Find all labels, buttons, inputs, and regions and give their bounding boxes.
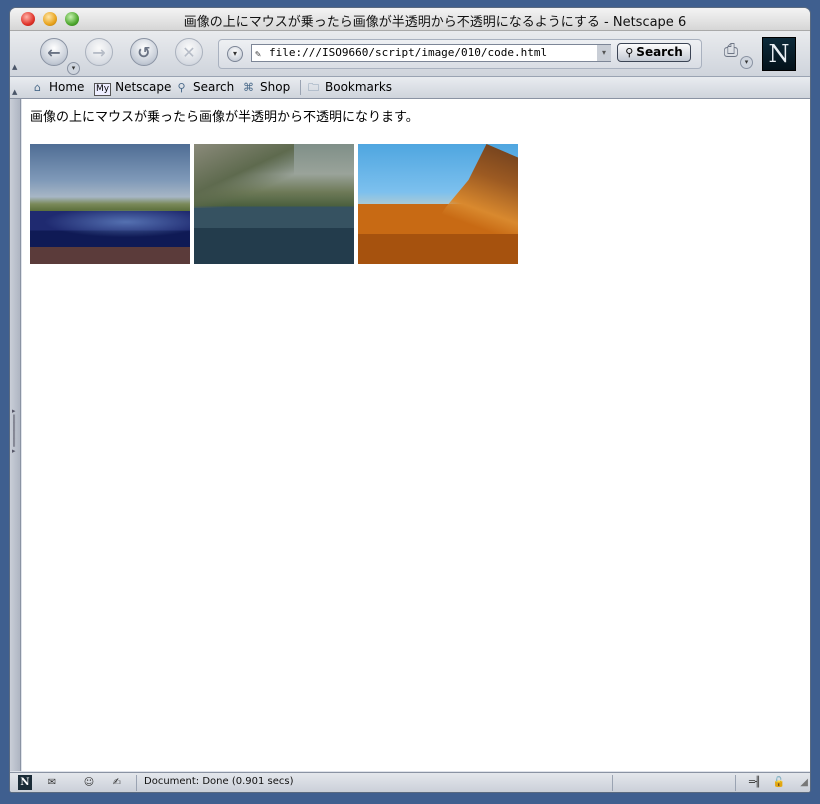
bookmarks-folder-icon: 🗀 <box>308 81 319 94</box>
status-divider <box>735 775 736 791</box>
toolbar-grip-icon[interactable]: ▲ <box>12 63 20 71</box>
print-dropdown[interactable]: ▾ <box>740 56 753 69</box>
title-bar[interactable]: 画像の上にマウスが乗ったら画像が半透明から不透明になるようにする - Netsc… <box>10 8 810 31</box>
page-description: 画像の上にマウスが乗ったら画像が半透明から不透明になります。 <box>30 110 419 125</box>
search-button[interactable]: ⚲ Search <box>617 43 691 62</box>
personal-item-shop[interactable]: ⌘ Shop <box>241 79 290 96</box>
status-divider <box>612 775 613 791</box>
status-bar: N ✉ ☺ ✍ Document: Done (0.901 secs) ═╢ 🔓… <box>10 772 810 792</box>
window-title: 画像の上にマウスが乗ったら画像が半透明から不透明になるようにする - Netsc… <box>183 15 687 30</box>
composer-icon[interactable]: ✍ <box>108 775 126 790</box>
personal-item-label: Shop <box>260 80 291 94</box>
reload-icon: ↺ <box>137 42 151 62</box>
close-window-button[interactable] <box>21 12 35 26</box>
reload-button[interactable]: ↺ <box>130 38 158 66</box>
personal-toolbar: ▲ ⌂ Home My Netscape ⚲ Search ⌘ Shop 🗀 Bookma… <box>10 77 810 99</box>
personal-item-home[interactable]: ⌂ Home <box>30 79 84 96</box>
search-button-label: Search <box>636 45 683 59</box>
personal-item-label: Search <box>193 80 235 94</box>
page-content: 画像の上にマウスが乗ったら画像が半透明から不透明になります。 <box>22 99 810 771</box>
sidebar-toggle-tab[interactable]: ▸ ║ ║ ║ ║ ▸ <box>10 99 21 771</box>
home-icon: ⌂ <box>34 81 41 94</box>
arrow-left-icon: ← <box>47 42 61 62</box>
personal-item-label: Netscape <box>115 80 172 94</box>
toolbar-separator <box>300 80 301 95</box>
toolbar-grip-icon[interactable]: ▲ <box>12 88 20 96</box>
url-text: file:///ISO9660/script/image/010/code.ht… <box>269 46 548 59</box>
netscape-logo[interactable]: N <box>762 37 796 71</box>
address-book-icon[interactable]: ☺ <box>80 775 98 790</box>
minimize-window-button[interactable] <box>43 12 57 26</box>
personal-item-label: Bookmarks <box>325 80 393 94</box>
browser-window: 画像の上にマウスが乗ったら画像が半透明から不透明になるようにする - Netsc… <box>10 8 810 792</box>
zoom-window-button[interactable] <box>65 12 79 26</box>
landscape-image-2[interactable] <box>194 144 354 264</box>
status-text: Document: Done (0.901 secs) <box>144 776 294 787</box>
personal-item-label: Home <box>49 80 85 94</box>
my-netscape-icon: My <box>94 83 112 96</box>
url-dropdown-arrow[interactable]: ▾ <box>597 45 611 61</box>
arrow-right-icon: → <box>92 42 106 62</box>
url-history-dropdown[interactable]: ▾ <box>227 46 243 62</box>
url-bar-group: ▾ ✎ file:///ISO9660/script/image/010/cod… <box>218 39 702 69</box>
personal-item-bookmarks[interactable]: 🗀 Bookmarks <box>306 79 392 96</box>
landscape-image-1[interactable] <box>30 144 190 264</box>
netscape-small-icon[interactable]: N <box>18 775 32 790</box>
personal-item-search[interactable]: ⚲ Search <box>174 79 234 96</box>
shop-icon: ⌘ <box>243 81 254 94</box>
forward-button[interactable]: → <box>85 38 113 66</box>
stop-button[interactable]: ✕ <box>175 38 203 66</box>
landscape-image-3[interactable] <box>358 144 518 264</box>
navigation-toolbar: ▲ ← ▾ → ↺ ✕ ▾ ✎ file:///ISO9660/script/i… <box>10 31 810 77</box>
back-history-dropdown[interactable]: ▾ <box>67 62 80 75</box>
url-field[interactable]: ✎ file:///ISO9660/script/image/010/code.… <box>251 44 611 62</box>
online-status-icon[interactable]: ═╢ <box>744 775 766 790</box>
resize-grip-icon[interactable]: ◢ <box>800 777 808 788</box>
stop-icon: ✕ <box>182 42 196 62</box>
security-lock-icon[interactable]: 🔓 <box>772 775 786 790</box>
personal-item-netscape[interactable]: My Netscape <box>94 79 171 96</box>
status-divider <box>136 775 137 791</box>
back-button[interactable]: ← <box>40 38 68 66</box>
sidebar-grip-icon[interactable]: ▸ ║ ║ ║ ║ ▸ <box>12 407 17 467</box>
page-proxy-icon[interactable]: ✎ <box>255 47 261 61</box>
mail-icon[interactable]: ✉ <box>43 775 61 790</box>
search-icon: ⚲ <box>177 81 186 94</box>
magnifier-icon: ⚲ <box>625 46 634 59</box>
